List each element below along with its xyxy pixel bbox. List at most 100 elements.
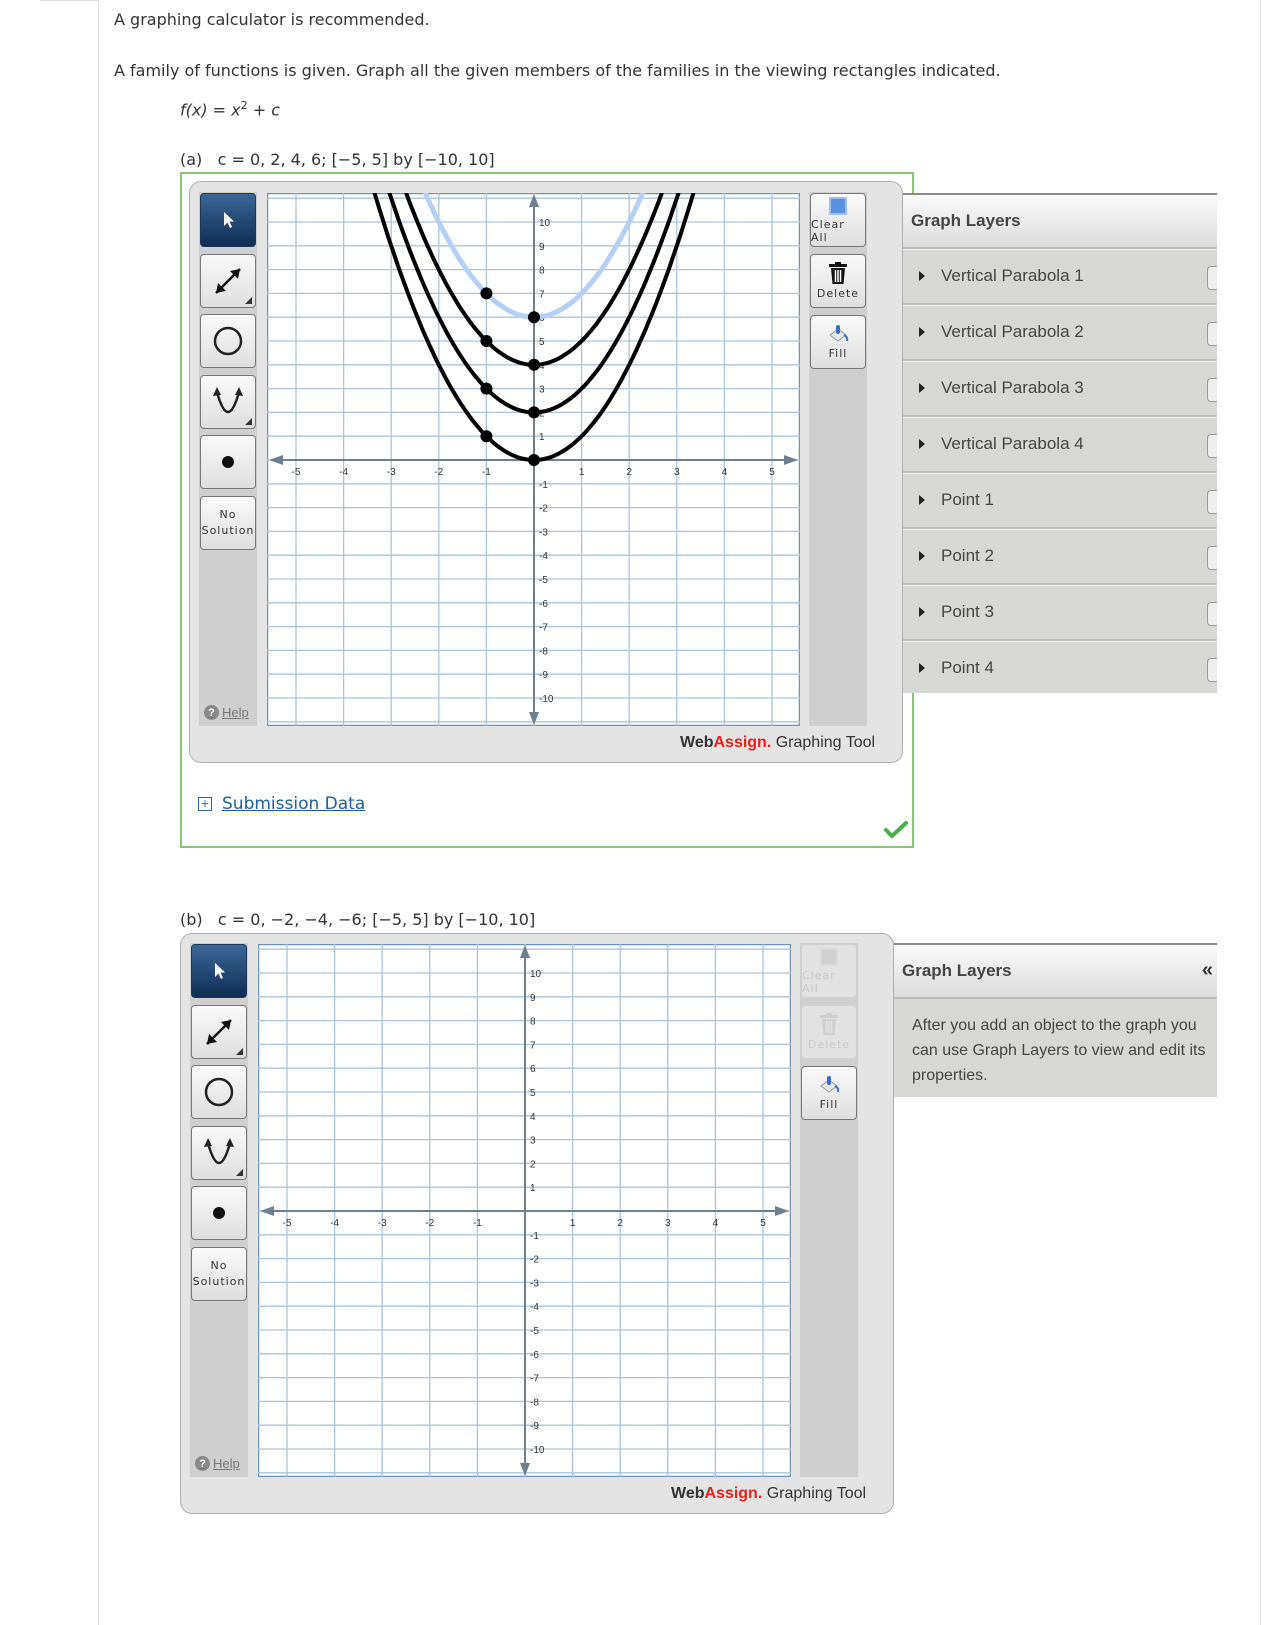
- layer-delete-icon[interactable]: [1207, 546, 1217, 570]
- formula-lhs: f(x): [180, 100, 208, 120]
- graph-layers-empty-message: After you add an object to the graph you…: [912, 1017, 1206, 1084]
- expand-arrow-icon[interactable]: [919, 271, 925, 281]
- help-link[interactable]: ? Help: [195, 1456, 240, 1471]
- submenu-indicator: [245, 297, 252, 304]
- layer-item[interactable]: Point 3: [903, 585, 1217, 641]
- graph-layers-header[interactable]: Graph Layers: [903, 195, 1217, 249]
- layer-delete-icon[interactable]: [1207, 378, 1217, 402]
- graph-canvas-a[interactable]: -5 -4 -3 -2 -1 1 2 3 4 5-10-9-8-7-6-5-4-3-2-11234…: [267, 193, 800, 726]
- correct-checkmark-icon: [884, 821, 908, 838]
- point-tool-button[interactable]: [200, 435, 256, 489]
- line-tool-button[interactable]: [200, 254, 256, 308]
- delete-button[interactable]: Delete: [810, 254, 866, 308]
- parabola-point: [480, 430, 493, 443]
- circle-icon: [204, 1077, 234, 1107]
- x-tick-label: 2: [617, 1218, 623, 1229]
- part-a-letter: (a): [180, 150, 203, 169]
- layer-item[interactable]: Vertical Parabola 1: [903, 249, 1217, 305]
- layer-delete-icon[interactable]: [1207, 434, 1217, 458]
- x-tick-label: -5: [292, 467, 301, 478]
- fill-button[interactable]: Fill: [810, 315, 866, 369]
- x-tick-label: -3: [378, 1218, 387, 1229]
- layer-name: Vertical Parabola 3: [941, 378, 1084, 397]
- expand-arrow-icon[interactable]: [919, 327, 925, 337]
- y-tick-label: -8: [539, 646, 548, 657]
- parabola-point: [480, 382, 493, 395]
- y-tick-label: 4: [530, 1112, 536, 1123]
- expand-arrow-icon[interactable]: [919, 495, 925, 505]
- layer-name: Vertical Parabola 4: [941, 434, 1084, 453]
- line-tool-button[interactable]: [191, 1005, 247, 1059]
- x-tick-label: 1: [570, 1218, 576, 1229]
- layer-item[interactable]: Vertical Parabola 4: [903, 417, 1217, 473]
- point-tool-button[interactable]: [191, 1186, 247, 1240]
- expand-arrow-icon[interactable]: [919, 663, 925, 673]
- clear-all-button[interactable]: Clear All: [801, 944, 857, 998]
- paint-bucket-icon: [829, 325, 849, 342]
- x-tick-label: 3: [665, 1218, 671, 1229]
- parabola-icon: [213, 387, 243, 414]
- select-tool-button[interactable]: [200, 193, 256, 247]
- select-tool-button[interactable]: [191, 944, 247, 998]
- parabola-icon: [204, 1138, 234, 1165]
- y-tick-label: -7: [539, 623, 548, 634]
- intro-text: A graphing calculator is recommended.: [114, 10, 430, 29]
- layer-item[interactable]: Point 2: [903, 529, 1217, 585]
- y-tick-label: -2: [530, 1255, 539, 1266]
- x-tick-label: 1: [579, 467, 585, 478]
- no-solution-line1: No: [219, 508, 237, 521]
- submission-data-link[interactable]: Submission Data: [222, 794, 365, 814]
- collapse-panel-icon[interactable]: «: [1202, 959, 1213, 982]
- clear-all-label: Clear All: [811, 217, 845, 244]
- y-tick-label: -1: [530, 1231, 539, 1242]
- layer-name: Vertical Parabola 2: [941, 322, 1084, 341]
- help-link[interactable]: ? Help: [204, 705, 249, 720]
- layer-item[interactable]: Vertical Parabola 3: [903, 361, 1217, 417]
- y-tick-label: -10: [530, 1445, 545, 1456]
- circle-tool-button[interactable]: [200, 314, 256, 368]
- no-solution-button[interactable]: No Solution: [191, 1247, 247, 1301]
- y-tick-label: 6: [530, 1064, 536, 1075]
- graph-layers-title: Graph Layers: [902, 961, 1012, 980]
- layer-item[interactable]: Vertical Parabola 2: [903, 305, 1217, 361]
- expand-arrow-icon[interactable]: [919, 551, 925, 561]
- graph-layers-header[interactable]: Graph Layers «: [894, 945, 1217, 999]
- parabola-tool-button[interactable]: [200, 375, 256, 429]
- help-icon: ?: [204, 705, 219, 720]
- no-solution-line2: Solution: [201, 524, 255, 537]
- layer-delete-icon[interactable]: [1207, 602, 1217, 626]
- circle-tool-button[interactable]: [191, 1065, 247, 1119]
- graph-canvas-b[interactable]: -5 -4 -3 -2 -1 1 2 3 4 5 -10 -9 -8 -7 -6 -5 -4 -3 -2 -1 1 2 3 4…: [258, 944, 791, 1477]
- x-tick-label: 3: [674, 467, 680, 478]
- layer-item[interactable]: Point 1: [903, 473, 1217, 529]
- formula-var: x: [231, 100, 241, 120]
- y-tick-label: -3: [539, 527, 548, 538]
- expand-arrow-icon[interactable]: [919, 439, 925, 449]
- expand-plus-icon: +: [198, 797, 212, 811]
- layer-name: Point 3: [941, 602, 994, 621]
- parabola-tool-button[interactable]: [191, 1126, 247, 1180]
- y-tick-label: 5: [530, 1088, 536, 1099]
- y-tick-label: -8: [530, 1397, 539, 1408]
- delete-button[interactable]: Delete: [801, 1005, 857, 1059]
- layer-item[interactable]: Point 4: [903, 641, 1217, 693]
- layer-delete-icon[interactable]: [1207, 658, 1217, 682]
- no-solution-button[interactable]: No Solution: [200, 496, 256, 550]
- y-tick-label: -10: [539, 694, 554, 705]
- y-tick-label: -5: [530, 1326, 539, 1337]
- point-icon: [213, 1207, 225, 1219]
- y-tick-label: -9: [539, 670, 548, 681]
- expand-arrow-icon[interactable]: [919, 607, 925, 617]
- trash-icon: [829, 262, 847, 284]
- x-tick-label: -2: [425, 1218, 434, 1229]
- y-tick-label: -7: [530, 1374, 539, 1385]
- clear-all-button[interactable]: Clear All: [810, 193, 866, 247]
- expand-arrow-icon[interactable]: [919, 383, 925, 393]
- layer-delete-icon[interactable]: [1207, 322, 1217, 346]
- y-tick-label: -2: [539, 504, 548, 515]
- fill-button[interactable]: Fill: [801, 1066, 857, 1120]
- layer-delete-icon[interactable]: [1207, 490, 1217, 514]
- y-tick-label: -3: [530, 1278, 539, 1289]
- layer-delete-icon[interactable]: [1207, 266, 1217, 290]
- submission-data-toggle[interactable]: + Submission Data: [198, 794, 365, 814]
